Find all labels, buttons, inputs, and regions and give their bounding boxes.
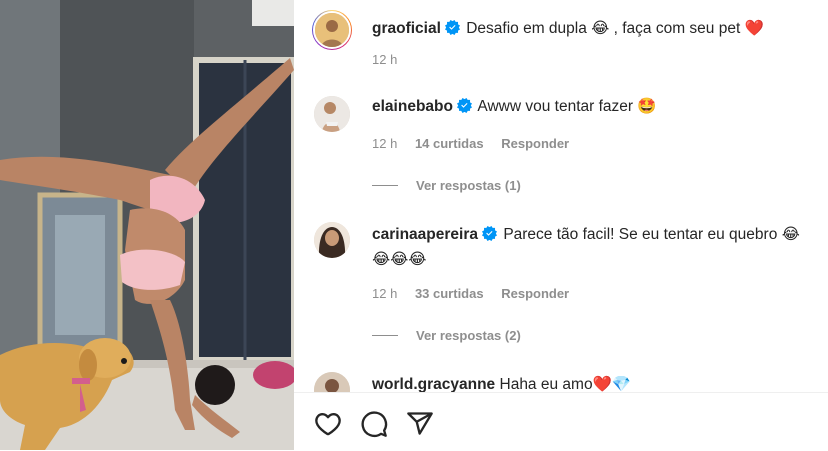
caption-text: graoficial Desafio em dupla 😂 , faça com…: [372, 16, 818, 41]
heart-outline-icon: [315, 413, 341, 436]
commenter-avatar-image: [314, 222, 350, 258]
comment-time[interactable]: 12 h: [372, 286, 397, 301]
commenter-avatar-image: [314, 372, 350, 392]
comment-username[interactable]: world.gracyanne: [372, 376, 495, 392]
commenter-avatar[interactable]: [314, 372, 350, 392]
replies-divider: [372, 335, 398, 336]
comment-meta: 12 h 14 curtidas Responder: [372, 136, 583, 151]
caption-meta: 12 h: [372, 52, 411, 67]
comment-emoji: 😂: [781, 225, 800, 243]
comment-item: world.gracyanne Haha eu amo❤️💎: [314, 370, 818, 392]
comment-likes[interactable]: 33 curtidas: [415, 286, 484, 301]
post-action-bar: [294, 392, 828, 451]
reply-button[interactable]: Responder: [501, 286, 569, 301]
view-replies-button[interactable]: Ver respostas (1): [372, 178, 521, 193]
video-frame-illustration: [0, 0, 294, 450]
comments-scroll-area[interactable]: graoficial Desafio em dupla 😂 , faça com…: [294, 0, 828, 392]
comment-item: carinaapereira Parece tão facil! Se eu t…: [314, 218, 818, 348]
comment-emoji: 🤩: [637, 97, 657, 115]
caption-emoji-laugh: 😂: [591, 19, 610, 37]
commenter-avatar-image: [314, 96, 350, 132]
comment-text: carinaapereira Parece tão facil! Se eu t…: [372, 222, 818, 272]
comment-body: Awww vou tentar fazer: [477, 98, 638, 115]
instagram-post-window: graoficial Desafio em dupla 😂 , faça com…: [0, 0, 828, 451]
comment-body: Parece tão facil! Se eu tentar eu quebro: [503, 226, 782, 243]
comment-meta: 12 h 33 curtidas Responder: [372, 286, 583, 301]
caption-emoji-heart: ❤️: [744, 19, 764, 37]
comment-username[interactable]: elainebabo: [372, 98, 453, 115]
verified-badge-icon: [444, 20, 460, 35]
paper-plane-icon: [407, 412, 433, 435]
comment-item: elainebabo Awww vou tentar fazer 🤩 12 h …: [314, 92, 818, 202]
post-caption: graoficial Desafio em dupla 😂 , faça com…: [312, 6, 818, 76]
comment-button[interactable]: [360, 410, 388, 438]
post-video[interactable]: [0, 0, 294, 450]
view-replies-label: Ver respostas (2): [416, 328, 521, 343]
comment-text: world.gracyanne Haha eu amo❤️💎: [372, 372, 818, 392]
verified-badge-icon: [456, 98, 472, 113]
comment-emoji: ❤️💎: [592, 375, 632, 392]
author-avatar[interactable]: [312, 10, 352, 50]
author-username[interactable]: graoficial: [372, 20, 441, 37]
replies-divider: [372, 185, 398, 186]
caption-middle: , faça com seu pet: [609, 20, 745, 37]
view-replies-button[interactable]: Ver respostas (2): [372, 328, 521, 343]
commenter-avatar[interactable]: [314, 96, 350, 132]
reply-button[interactable]: Responder: [501, 136, 569, 151]
commenter-avatar[interactable]: [314, 222, 350, 258]
like-button[interactable]: [314, 410, 342, 438]
comment-emoji-line2: 😂😂😂: [372, 250, 427, 268]
comment-likes[interactable]: 14 curtidas: [415, 136, 484, 151]
share-button[interactable]: [406, 410, 434, 438]
caption-prefix: Desafio em dupla: [466, 20, 587, 37]
view-replies-label: Ver respostas (1): [416, 178, 521, 193]
comment-body: Haha eu amo: [499, 376, 593, 392]
comment-username[interactable]: carinaapereira: [372, 226, 478, 243]
caption-body: Desafio em dupla 😂 , faça com seu pet ❤️: [466, 19, 764, 37]
comment-text: elainebabo Awww vou tentar fazer 🤩: [372, 94, 818, 119]
caption-time[interactable]: 12 h: [372, 52, 397, 67]
comment-time[interactable]: 12 h: [372, 136, 397, 151]
verified-badge-icon: [482, 226, 497, 241]
author-avatar-image: [315, 13, 349, 47]
speech-bubble-icon: [361, 411, 388, 437]
comments-panel: graoficial Desafio em dupla 😂 , faça com…: [294, 0, 828, 450]
